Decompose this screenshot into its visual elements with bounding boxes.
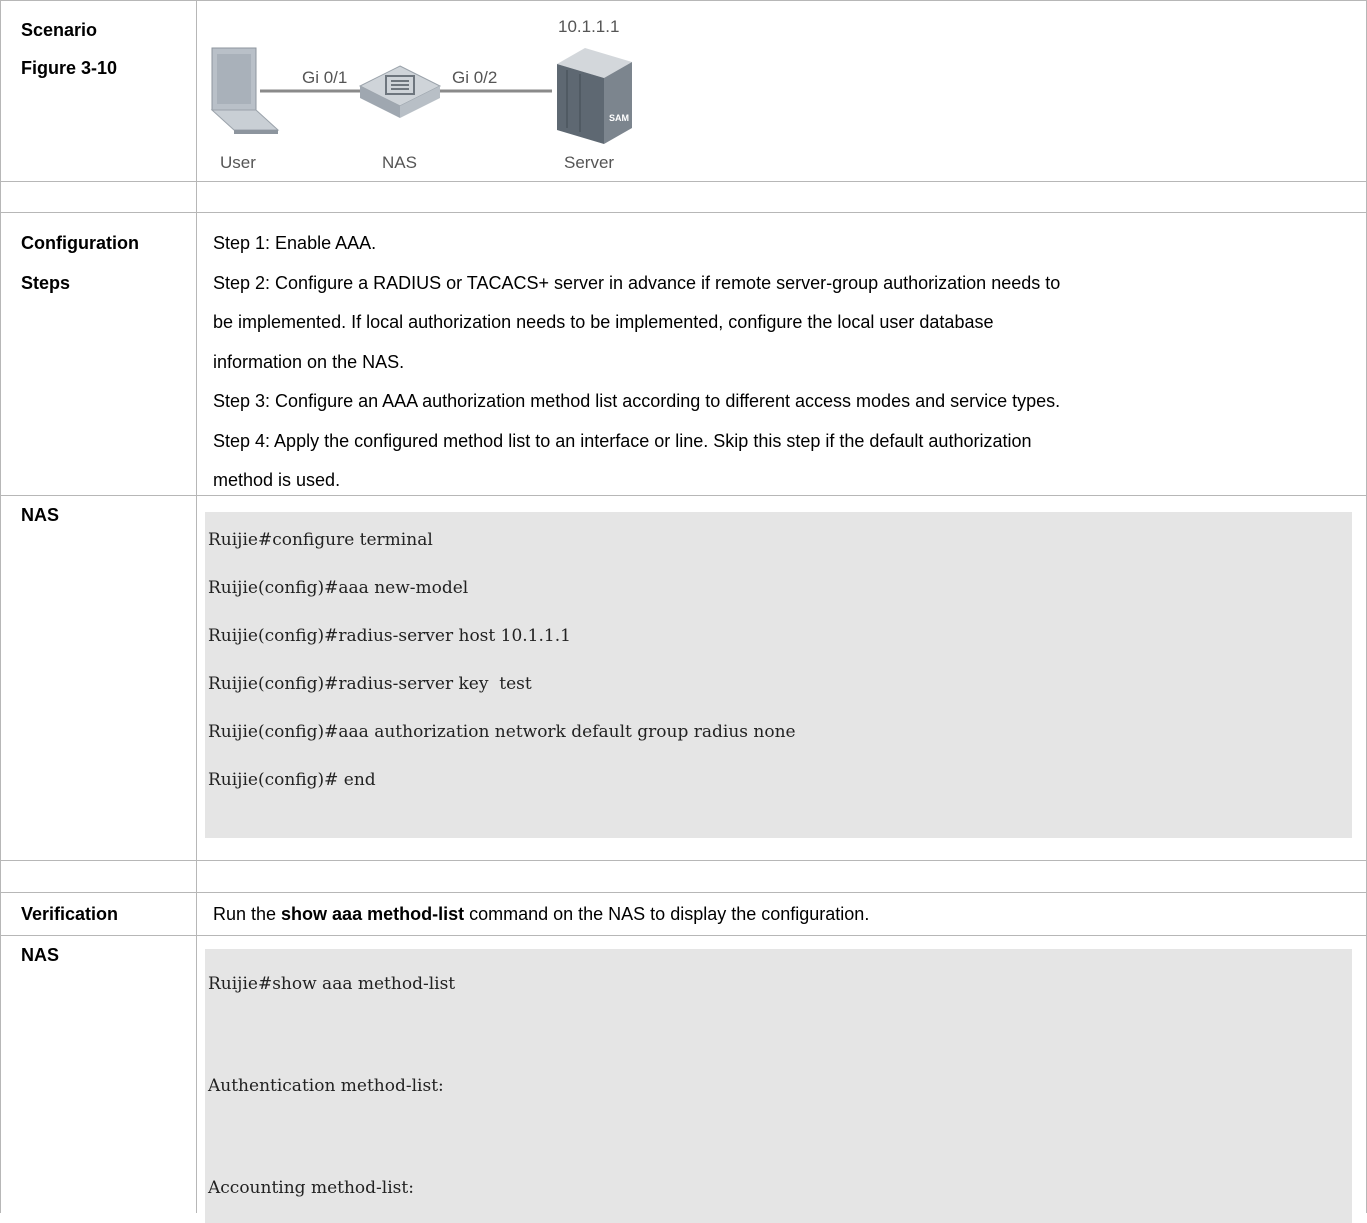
node-nas-label: NAS	[382, 153, 417, 172]
figure-label: Figure 3-10	[21, 58, 118, 78]
code-line: Authentication method-list:	[208, 1076, 444, 1096]
step-line: Step 1: Enable AAA.	[213, 233, 377, 253]
code-line: Ruijie#configure terminal	[208, 530, 433, 550]
step-line: Step 4: Apply the configured method list…	[213, 431, 1032, 451]
code-line: Ruijie#show aaa method-list	[208, 974, 456, 994]
code-line: Ruijie(config)#aaa new-model	[208, 578, 469, 598]
row-divider	[0, 860, 1367, 861]
port-gi01-label: Gi 0/1	[302, 68, 347, 87]
step-line: be implemented. If local authorization n…	[213, 312, 994, 332]
row-divider	[0, 0, 1367, 1]
step-line: Step 2: Configure a RADIUS or TACACS+ se…	[213, 273, 1061, 293]
verification-command: show aaa method-list	[281, 904, 465, 924]
scenario-label: Scenario	[21, 20, 98, 40]
code-block: Ruijie#configure terminal Ruijie(config)…	[205, 512, 1352, 838]
steps-label: Steps	[21, 273, 71, 293]
code-line: Ruijie(config)#aaa authorization network…	[208, 722, 796, 742]
row-divider	[0, 892, 1367, 893]
configuration-label: Configuration	[21, 233, 139, 253]
code-line: Ruijie(config)#radius-server key test	[208, 674, 532, 694]
switch-icon	[358, 65, 442, 118]
row-divider	[0, 935, 1367, 936]
verification-suffix: command on the NAS to display the config…	[464, 904, 870, 924]
node-user-label: User	[220, 153, 256, 172]
code-block: Ruijie#show aaa method-list Authenticati…	[205, 949, 1352, 1223]
row-divider	[0, 181, 1367, 182]
verification-prefix: Run the	[213, 904, 282, 924]
code-line: Ruijie(config)# end	[208, 770, 376, 790]
server-ip-label: 10.1.1.1	[558, 17, 619, 36]
network-topology-figure: SAM 10.1.1.1 Gi 0/1 Gi 0/2 User NAS Serv…	[210, 17, 632, 172]
configuration-table: Scenario Figure 3-10 SAM 10.1.1.1 Gi 0/1…	[0, 0, 1367, 1223]
server-logo-text: SAM	[609, 113, 629, 123]
step-line: Step 3: Configure an AAA authorization m…	[213, 391, 1061, 411]
code-line: Accounting method-list:	[208, 1178, 414, 1198]
code-line: Ruijie(config)#radius-server host 10.1.1…	[208, 626, 571, 646]
step-line: information on the NAS.	[213, 352, 405, 372]
step-line: method is used.	[213, 470, 341, 490]
server-icon: SAM	[557, 48, 632, 144]
nas-label: NAS	[21, 945, 60, 965]
nas-label: NAS	[21, 505, 60, 525]
port-gi02-label: Gi 0/2	[452, 68, 497, 87]
verification-text: Run the show aaa method-list command on …	[213, 895, 1353, 933]
node-server-label: Server	[564, 153, 614, 172]
row-divider	[0, 212, 1367, 213]
verification-label: Verification	[21, 904, 119, 924]
